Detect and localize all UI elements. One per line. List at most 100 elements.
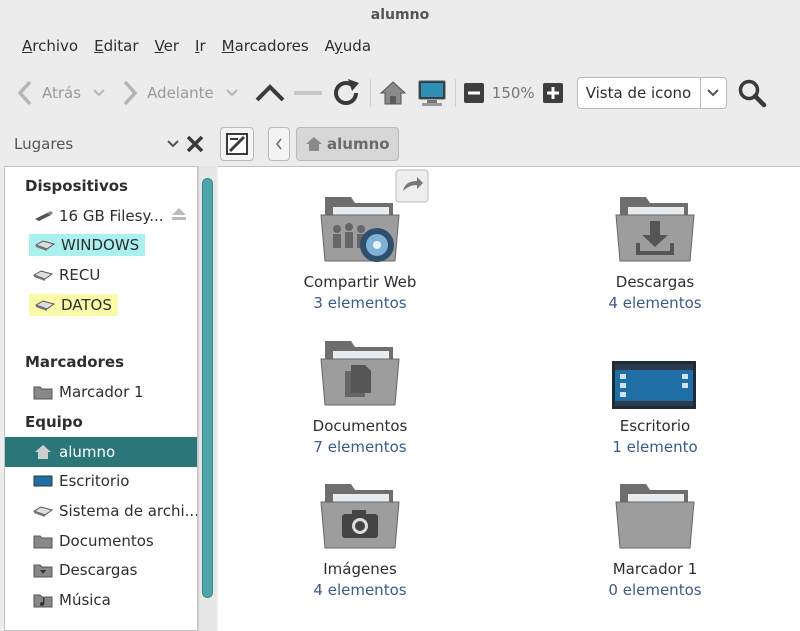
folder-music-icon [33,592,53,608]
minus-icon [463,83,484,103]
reload-button[interactable] [330,73,362,113]
desktop-icon [610,331,700,411]
chevron-down-icon [93,89,105,97]
edit-location-icon [226,133,248,155]
sidebar-item-label: RECU [59,265,101,284]
file-item[interactable]: Descargas 4 elementos [555,187,755,312]
places-combo[interactable]: Lugares [0,135,180,153]
zoom-out-button[interactable] [463,73,484,113]
close-sidebar-button[interactable] [180,134,210,154]
drive-icon [33,503,53,519]
menu-editar[interactable]: Editar [86,37,146,55]
search-button[interactable] [737,73,767,113]
sidebar-item-label: Marcador 1 [59,383,144,402]
chevron-left-icon [276,138,282,150]
desktop-icon [33,473,53,489]
sidebar-item-16-gb-filesy[interactable]: 16 GB Filesy... [5,201,197,231]
sidebar-item-label: Descargas [59,561,138,580]
sidebar-item-alumno[interactable]: alumno [5,436,197,467]
sidebar-item-windows[interactable]: WINDOWS [5,231,197,261]
file-name: Descargas [615,273,695,291]
menu-marcadores[interactable]: Marcadores [214,37,317,55]
sidebar-header-bookmarks: Marcadores [25,353,125,372]
arrow-left-icon [17,80,32,106]
sidebar: Dispositivos 16 GB Filesy... WINDOWS RECU D… [4,166,198,631]
breadcrumb[interactable]: alumno [296,127,399,161]
menu-label-part: r [199,37,206,55]
file-count: 1 elemento [612,438,698,456]
file-item[interactable]: Marcador 1 0 elementos [555,474,755,599]
window-title: alumno [0,0,800,30]
menu-mnemonic: E [94,37,104,55]
sidebar-item-label: WINDOWS [61,236,140,255]
sidebar-item-datos[interactable]: DATOS [5,290,197,320]
link-arrow-icon [395,169,429,203]
devices-list: 16 GB Filesy... WINDOWS RECU DATOS [5,201,197,319]
close-icon [186,135,204,153]
toggle-location-button[interactable] [220,127,254,161]
file-name: Imágenes [323,560,397,578]
sidebar-item-música[interactable]: Música [5,585,197,615]
menu-archivo[interactable]: Archivo [14,37,86,55]
menu-ayuda[interactable]: Ayuda [317,37,379,55]
menu-label-part: uda [342,37,372,55]
file-count: 7 elementos [313,438,407,456]
sidebar-item-marcador-1[interactable]: Marcador 1 [5,377,197,407]
menu-ver[interactable]: Ver [147,37,188,55]
home-button[interactable] [379,73,407,113]
arrow-right-icon [123,80,138,106]
computer-list: alumno Escritorio Sistema de archi... Docum… [5,436,197,615]
computer-button[interactable] [417,73,447,113]
usb-drive-icon [33,208,53,224]
toolbar-separator [454,79,456,107]
folder-share-icon [315,169,429,267]
breadcrumb-label: alumno [327,135,390,153]
scrollbar-thumb[interactable] [202,178,213,598]
file-item[interactable]: Documentos 7 elementos [260,331,460,456]
sidebar-item-label: alumno [59,442,116,461]
view-mode-value: Vista de icono [585,84,692,102]
bookmarks-list: Marcador 1 [5,377,197,407]
sidebar-item-label: Escritorio [59,472,130,491]
highlight: DATOS [29,293,118,316]
stop-button[interactable] [292,73,324,113]
folder-icon [33,384,53,400]
file-item[interactable]: Compartir Web 3 elementos [260,169,460,312]
file-name: Marcador 1 [612,560,698,578]
search-icon [738,79,766,108]
breadcrumb-back-button[interactable] [268,127,290,161]
file-item[interactable]: Imágenes 4 elementos [260,474,460,599]
computer-icon [418,80,446,106]
menu-mnemonic: A [22,37,33,55]
forward-button[interactable]: Adelante [119,73,240,113]
forward-label: Adelante [147,84,214,102]
sidebar-item-escritorio[interactable]: Escritorio [5,467,197,497]
back-button[interactable]: Atrás [14,73,107,113]
sidebar-item-sistema-de-archi[interactable]: Sistema de archi... [5,496,197,526]
zoom-in-button[interactable] [542,73,563,113]
home-icon [33,444,53,460]
file-count: 4 elementos [608,294,702,312]
toolbar-separator [369,79,371,107]
up-button[interactable] [254,73,286,113]
file-count: 3 elementos [313,294,407,312]
zoom-level: 150% [491,84,535,102]
folder-download-icon [33,562,53,578]
sidebar-item-documentos[interactable]: Documentos [5,526,197,556]
chevron-down-icon [226,89,238,97]
eject-icon[interactable] [171,207,187,225]
places-label: Lugares [14,135,74,153]
sidebar-item-descargas[interactable]: Descargas [5,555,197,585]
menu-ir[interactable]: Ir [187,37,214,55]
menu-label-part: er [163,37,180,55]
sidebar-item-recu[interactable]: RECU [5,260,197,290]
drive-icon [33,267,53,283]
file-item[interactable]: Escritorio 1 elemento [555,331,755,456]
chevron-down-icon [167,140,179,148]
folder-icon [33,533,53,549]
toolbar: Atrás Adelante 150% Vista de icono [0,64,800,122]
view-mode-select[interactable]: Vista de icono [576,77,727,109]
sidebar-scrollbar[interactable] [198,166,216,631]
reload-icon [333,79,359,105]
